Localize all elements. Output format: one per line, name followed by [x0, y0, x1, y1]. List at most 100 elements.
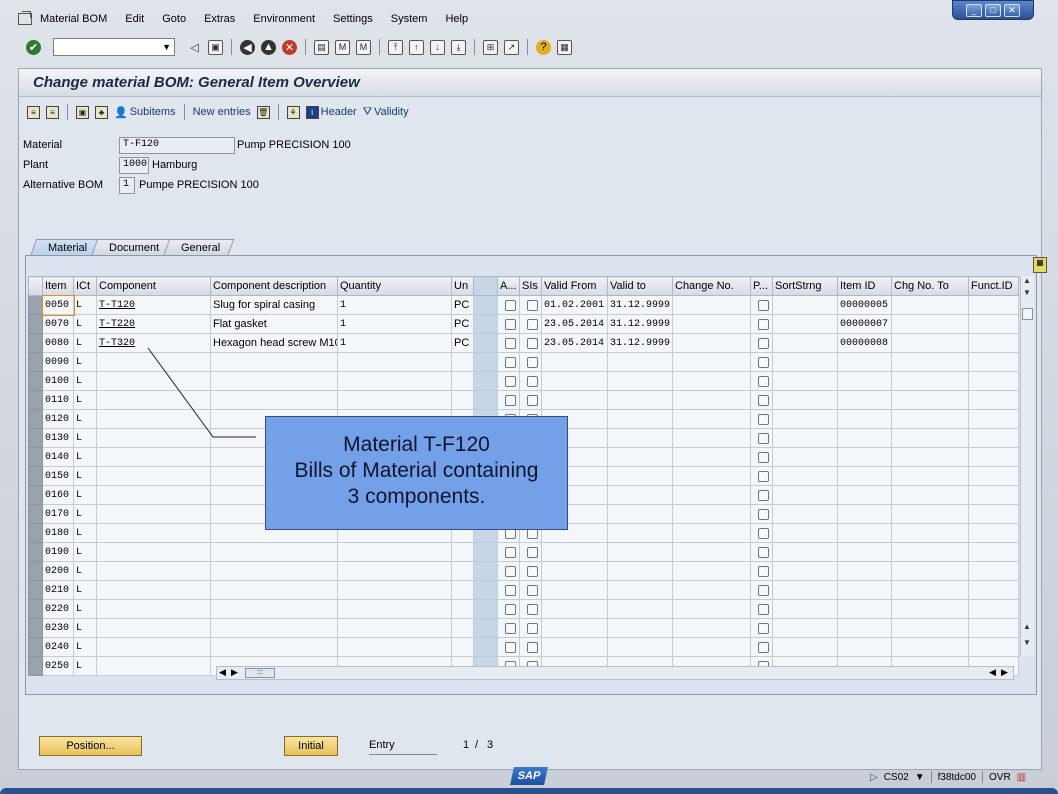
back-triangle-icon[interactable]: ◁ [187, 40, 202, 55]
valid-to-cell[interactable] [607, 409, 673, 429]
menu-system[interactable]: System [391, 13, 428, 25]
sortstring-cell[interactable] [772, 637, 838, 657]
change-no-cell[interactable] [672, 295, 751, 315]
item-cell[interactable]: 0220 [42, 599, 74, 619]
alternative-checkbox-box[interactable] [505, 337, 516, 349]
sis-checkbox-box[interactable] [527, 603, 538, 615]
component-cell[interactable]: T-T320 [96, 333, 211, 353]
ict-cell[interactable]: L [73, 656, 97, 676]
chg-no-to-cell[interactable] [891, 580, 969, 600]
initial-button[interactable]: Initial [284, 736, 338, 756]
sortstring-cell[interactable] [772, 295, 838, 315]
column-header[interactable]: P... [750, 276, 773, 296]
component-cell[interactable]: T-T220 [96, 314, 211, 334]
vertical-scrollbar[interactable]: ▦ ▲ ▼ ▲ ▼ [1020, 257, 1047, 656]
ict-cell[interactable]: L [73, 523, 97, 543]
system-menu-icon[interactable] [18, 11, 32, 25]
item-id-cell[interactable] [837, 523, 892, 543]
p-checkbox-box[interactable] [758, 413, 769, 425]
unit-cell[interactable] [451, 390, 474, 410]
column-header[interactable]: Item ID [837, 276, 892, 296]
column-header[interactable]: Quantity [337, 276, 452, 296]
unit-cell[interactable] [451, 561, 474, 581]
component-cell[interactable] [96, 523, 211, 543]
sis-checkbox-box[interactable] [527, 394, 538, 406]
sortstring-cell[interactable] [772, 523, 838, 543]
row-selector[interactable] [28, 466, 43, 486]
funct-id-cell[interactable] [968, 371, 1019, 391]
row-selector[interactable] [28, 485, 43, 505]
row-selector[interactable] [28, 542, 43, 562]
quantity-cell[interactable] [337, 352, 452, 372]
p-checkbox-box[interactable] [758, 356, 769, 368]
component-cell[interactable] [96, 447, 211, 467]
valid-to-cell[interactable]: 31.12.9999 [607, 333, 673, 353]
item-id-cell[interactable] [837, 466, 892, 486]
component-cell[interactable] [96, 656, 211, 676]
chg-no-to-cell[interactable] [891, 295, 969, 315]
row-selector[interactable] [28, 390, 43, 410]
sis-checkbox-box[interactable] [527, 337, 538, 349]
ict-cell[interactable]: L [73, 295, 97, 315]
first-page-icon[interactable]: ⤒ [388, 39, 403, 55]
funct-id-cell[interactable] [968, 561, 1019, 581]
unit-cell[interactable] [451, 580, 474, 600]
change-no-cell[interactable] [672, 580, 751, 600]
ict-cell[interactable]: L [73, 599, 97, 619]
valid-to-cell[interactable]: 31.12.9999 [607, 314, 673, 334]
funct-id-cell[interactable] [968, 447, 1019, 467]
valid-to-cell[interactable] [607, 561, 673, 581]
column-header[interactable]: Item [42, 276, 74, 296]
valid-from-cell[interactable] [541, 637, 608, 657]
horizontal-scrollbar[interactable]: ◀ ▶ ::: ◀ ▶ [216, 666, 1014, 680]
p-checkbox-box[interactable] [758, 375, 769, 387]
menu-environment[interactable]: Environment [253, 13, 315, 25]
valid-to-cell[interactable] [607, 485, 673, 505]
funct-id-cell[interactable] [968, 409, 1019, 429]
chevron-down-icon[interactable]: ▼ [162, 42, 171, 52]
chg-no-to-cell[interactable] [891, 504, 969, 524]
item-id-cell[interactable] [837, 599, 892, 619]
p-checkbox-box[interactable] [758, 318, 769, 330]
item-id-cell[interactable] [837, 352, 892, 372]
find-next-icon[interactable]: M [356, 39, 371, 55]
description-cell[interactable] [210, 542, 338, 562]
valid-to-cell[interactable] [607, 542, 673, 562]
sortstring-cell[interactable] [772, 447, 838, 467]
item-id-cell[interactable]: 00000005 [837, 295, 892, 315]
row-selector[interactable] [28, 618, 43, 638]
description-cell[interactable] [210, 371, 338, 391]
header-button[interactable]: i Header [305, 105, 357, 119]
insert-mode[interactable]: OVR [989, 772, 1011, 783]
cancel-icon[interactable]: ✕ [282, 39, 297, 55]
item-cell[interactable]: 0180 [42, 523, 74, 543]
menu-edit[interactable]: Edit [125, 13, 144, 25]
p-checkbox-box[interactable] [758, 546, 769, 558]
save-icon[interactable]: ▣ [208, 39, 223, 55]
change-no-cell[interactable] [672, 333, 751, 353]
sortstring-cell[interactable] [772, 371, 838, 391]
valid-from-cell[interactable] [541, 542, 608, 562]
component-cell[interactable] [96, 409, 211, 429]
chg-no-to-cell[interactable] [891, 428, 969, 448]
funct-id-cell[interactable] [968, 428, 1019, 448]
component-cell[interactable] [96, 561, 211, 581]
print-icon[interactable]: ▤ [314, 39, 329, 55]
item-id-cell[interactable] [837, 390, 892, 410]
trash-icon[interactable]: 🗑 [256, 105, 270, 119]
column-header[interactable]: Component [96, 276, 211, 296]
previous-page-icon[interactable]: ↑ [409, 39, 424, 55]
ict-cell[interactable]: L [73, 447, 97, 467]
item-id-cell[interactable] [837, 504, 892, 524]
funct-id-cell[interactable] [968, 523, 1019, 543]
p-checkbox-box[interactable] [758, 565, 769, 577]
item-cell[interactable]: 0240 [42, 637, 74, 657]
item-id-cell[interactable] [837, 485, 892, 505]
item-cell[interactable]: 0170 [42, 504, 74, 524]
item-id-cell[interactable] [837, 561, 892, 581]
quantity-cell[interactable]: 1 [337, 333, 452, 353]
change-no-cell[interactable] [672, 466, 751, 486]
description-cell[interactable] [210, 580, 338, 600]
p-checkbox-box[interactable] [758, 584, 769, 596]
item-id-cell[interactable] [837, 409, 892, 429]
